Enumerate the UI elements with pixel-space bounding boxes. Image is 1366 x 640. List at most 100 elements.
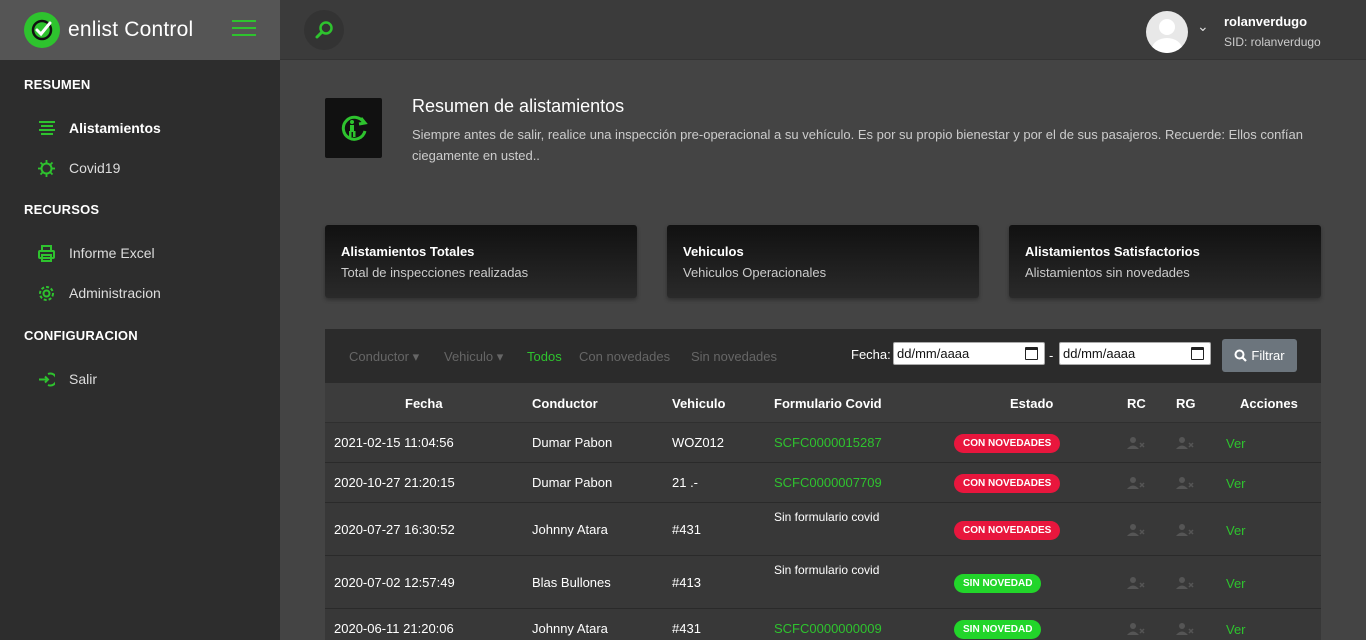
logout-icon xyxy=(38,371,55,388)
status-badge: CON NOVEDADES xyxy=(954,520,1061,540)
filter-conductor-dropdown[interactable]: Conductor ▾ xyxy=(349,349,419,365)
cell-fecha: 2020-06-11 21:20:06 xyxy=(334,621,454,636)
calendar-icon[interactable] xyxy=(1191,347,1204,360)
calendar-icon[interactable] xyxy=(1025,347,1038,360)
sidebar-item-salir[interactable]: Salir xyxy=(0,359,280,399)
user-x-icon[interactable] xyxy=(1176,436,1194,450)
card-title: Alistamientos Totales xyxy=(341,244,475,259)
search-button[interactable] xyxy=(304,10,344,50)
filter-button-label: Filtrar xyxy=(1251,348,1285,363)
ver-link[interactable]: Ver xyxy=(1226,622,1246,637)
sidebar-item-label: Salir xyxy=(69,371,98,387)
brand-logo-icon xyxy=(24,12,60,48)
filter-button[interactable]: Filtrar xyxy=(1222,339,1297,372)
card-alistamientos-satisfactorios: Alistamientos Satisfactorios Alistamient… xyxy=(1009,225,1321,298)
filter-sin-novedades[interactable]: Sin novedades xyxy=(691,349,777,364)
brand-name: enlist Control xyxy=(68,18,194,41)
page-title: Resumen de alistamientos xyxy=(412,96,625,116)
date-from-placeholder: dd/mm/aaaa xyxy=(897,346,970,361)
table-row: 2020-07-27 16:30:52 Johnny Atara #431 Sin f… xyxy=(325,503,1321,556)
cell-vehiculo: #431 xyxy=(672,521,701,537)
status-badge: CON NOVEDADES xyxy=(954,434,1061,453)
card-title: Alistamientos Satisfactorios xyxy=(1025,244,1200,259)
user-x-icon[interactable] xyxy=(1176,523,1194,537)
status-badge: CON NOVEDADES xyxy=(954,474,1061,493)
cell-conductor: Blas Bullones xyxy=(532,574,611,590)
card-subtitle: Total de inspecciones realizadas xyxy=(341,265,529,280)
col-rc[interactable]: RC xyxy=(1127,396,1146,411)
table-header: Fecha Conductor Vehiculo Formulario Covi… xyxy=(325,383,1321,423)
cell-formulario-covid[interactable]: SCFC0000000009 xyxy=(774,621,882,636)
sidebar-item-label: Informe Excel xyxy=(69,245,155,261)
date-to-input[interactable]: dd/mm/aaaa xyxy=(1059,342,1211,365)
filter-todos[interactable]: Todos xyxy=(527,349,562,364)
sidebar-item-administracion[interactable]: Administracion xyxy=(0,273,280,313)
cell-conductor: Dumar Pabon xyxy=(532,475,613,490)
user-x-icon[interactable] xyxy=(1127,576,1145,590)
card-subtitle: Vehiculos Operacionales xyxy=(683,265,827,280)
virus-icon xyxy=(38,159,55,177)
top-bar: ⌄ rolanverdugo SID: rolanverdugo xyxy=(280,0,1366,60)
filter-con-novedades[interactable]: Con novedades xyxy=(579,349,670,364)
ver-link[interactable]: Ver xyxy=(1226,576,1246,591)
cell-fecha: 2020-07-27 16:30:52 xyxy=(334,521,455,537)
page-description: Siempre antes de salir, realice una insp… xyxy=(412,127,1304,163)
cell-vehiculo: WOZ012 xyxy=(672,435,725,450)
table-row: 2020-06-11 21:20:06 Johnny Atara #431 SCFC0… xyxy=(325,609,1321,640)
nav-section-recursos: RECURSOS xyxy=(24,202,100,217)
date-to-placeholder: dd/mm/aaaa xyxy=(1063,346,1136,361)
sidebar-item-alistamientos[interactable]: Alistamientos xyxy=(0,108,280,148)
user-name: rolanverdugo xyxy=(1224,14,1308,29)
cell-formulario-covid[interactable]: SCFC0000015287 xyxy=(774,435,882,450)
search-icon xyxy=(1234,349,1248,362)
inspections-panel: Conductor ▾ Vehiculo ▾ Todos Con novedad… xyxy=(325,329,1321,640)
cell-fecha: 2020-07-02 12:57:49 xyxy=(334,574,455,590)
sidebar-item-label: Alistamientos xyxy=(69,120,161,136)
cell-conductor: Johnny Atara xyxy=(532,621,608,636)
col-conductor[interactable]: Conductor xyxy=(532,396,598,411)
ver-link[interactable]: Ver xyxy=(1226,523,1246,538)
sidebar-item-informe-excel[interactable]: Informe Excel xyxy=(0,233,280,273)
cell-vehiculo: #431 xyxy=(672,621,701,636)
table-body: 2021-02-15 11:04:56 Dumar Pabon WOZ012 SCFC… xyxy=(325,423,1321,640)
user-x-icon[interactable] xyxy=(1176,576,1194,590)
printer-icon xyxy=(38,244,55,262)
alistamiento-icon xyxy=(325,98,382,158)
user-x-icon[interactable] xyxy=(1127,622,1145,636)
col-fecha[interactable]: Fecha xyxy=(405,396,443,411)
col-estado[interactable]: Estado xyxy=(1010,396,1053,411)
date-from-input[interactable]: dd/mm/aaaa xyxy=(893,342,1045,365)
filter-bar: Conductor ▾ Vehiculo ▾ Todos Con novedad… xyxy=(325,329,1321,383)
user-x-icon[interactable] xyxy=(1176,476,1194,490)
sidebar: enlist Control RESUMEN Alistamientos Cov… xyxy=(0,0,280,640)
user-x-icon[interactable] xyxy=(1127,476,1145,490)
avatar[interactable] xyxy=(1146,11,1188,53)
user-x-icon[interactable] xyxy=(1176,622,1194,636)
user-x-icon[interactable] xyxy=(1127,436,1145,450)
menu-toggle-icon[interactable] xyxy=(232,20,256,38)
chevron-down-icon[interactable]: ⌄ xyxy=(1197,18,1209,35)
col-vehiculo[interactable]: Vehiculo xyxy=(672,396,725,411)
card-vehiculos: Vehiculos Vehiculos Operacionales xyxy=(667,225,979,298)
col-rg[interactable]: RG xyxy=(1176,396,1196,411)
col-formulario-covid[interactable]: Formulario Covid xyxy=(774,396,882,411)
user-x-icon[interactable] xyxy=(1127,523,1145,537)
table-row: 2021-02-15 11:04:56 Dumar Pabon WOZ012 SCFC… xyxy=(325,423,1321,463)
date-separator: - xyxy=(1049,348,1054,363)
sidebar-item-label: Administracion xyxy=(69,285,161,301)
col-acciones[interactable]: Acciones xyxy=(1240,396,1298,411)
ver-link[interactable]: Ver xyxy=(1226,436,1246,451)
gear-icon xyxy=(38,285,55,302)
sidebar-item-covid19[interactable]: Covid19 xyxy=(0,148,280,188)
brand-bar: enlist Control xyxy=(0,0,280,60)
card-subtitle: Alistamientos sin novedades xyxy=(1025,265,1190,280)
nav-section-configuracion: CONFIGURACION xyxy=(24,328,138,343)
user-sid: SID: rolanverdugo xyxy=(1224,35,1321,49)
ver-link[interactable]: Ver xyxy=(1226,476,1246,491)
filter-vehiculo-dropdown[interactable]: Vehiculo ▾ xyxy=(444,349,503,365)
card-alistamientos-totales: Alistamientos Totales Total de inspeccio… xyxy=(325,225,637,298)
nav-section-resumen: RESUMEN xyxy=(24,77,91,92)
cell-conductor: Dumar Pabon xyxy=(532,435,613,450)
card-title: Vehiculos xyxy=(683,244,744,259)
cell-formulario-covid[interactable]: SCFC0000007709 xyxy=(774,475,882,490)
